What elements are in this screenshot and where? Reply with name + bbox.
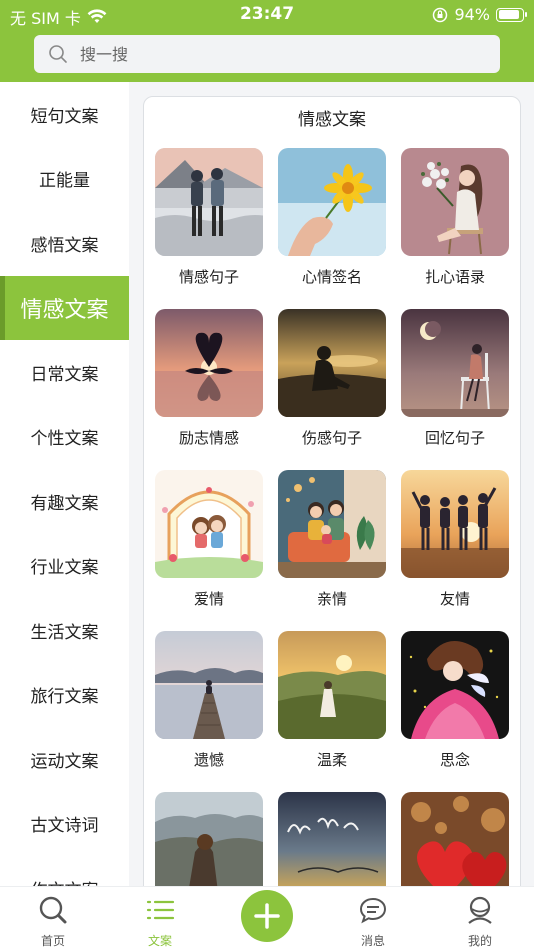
card-label: 扎心语录 xyxy=(424,268,485,286)
status-right: 94% xyxy=(432,5,527,24)
battery-icon xyxy=(496,7,527,22)
sad-girl-sunset-image xyxy=(278,309,386,417)
sidebar-item-positive-energy[interactable]: 正能量 xyxy=(0,147,129,212)
card-row5-3[interactable] xyxy=(401,792,511,895)
girl-on-chair-moon-image xyxy=(401,309,509,417)
sidebar-item-insights[interactable]: 感悟文案 xyxy=(0,211,129,276)
couple-at-sea-image xyxy=(155,148,263,256)
sidebar-item-label: 行业文案 xyxy=(30,558,99,579)
orientation-lock-icon xyxy=(433,7,448,22)
card-label: 遗憾 xyxy=(193,751,224,769)
hand-holding-flower-image xyxy=(278,148,386,256)
card-gentle[interactable]: 温柔 xyxy=(278,631,388,792)
status-bar: 无 SIM 卡 23:47 94% xyxy=(0,0,534,30)
sidebar-item-personality[interactable]: 个性文案 xyxy=(0,405,129,470)
add-button[interactable] xyxy=(241,890,293,942)
sidebar-item-short-sentences[interactable]: 短句文案 xyxy=(0,82,129,147)
tab-home[interactable]: 首页 xyxy=(13,887,93,950)
tab-copywriting[interactable]: 文案 xyxy=(120,887,200,950)
card-label: 爱情 xyxy=(193,590,224,608)
tab-profile[interactable]: 我的 xyxy=(440,887,520,950)
battery-level xyxy=(498,10,520,19)
sidebar-item-classical-poetry[interactable]: 古文诗词 xyxy=(0,792,129,857)
card-friendship[interactable]: 友情 xyxy=(401,470,511,631)
fairy-girl-image xyxy=(401,631,509,739)
sidebar-item-label: 情感文案 xyxy=(20,297,109,323)
person-on-pier-image xyxy=(155,631,263,739)
card-mood-signature[interactable]: 心情签名 xyxy=(278,148,388,309)
user-icon xyxy=(468,896,492,924)
sidebar-item-label: 感悟文案 xyxy=(30,235,99,256)
card-longing[interactable]: 思念 xyxy=(401,631,511,792)
card-label: 友情 xyxy=(439,590,470,608)
sidebar-item-label: 日常文案 xyxy=(30,364,99,385)
sidebar-item-label: 正能量 xyxy=(39,171,90,192)
card-emotion-sentences[interactable]: 情感句子 xyxy=(155,148,265,309)
header: 无 SIM 卡 23:47 94% xyxy=(0,0,534,82)
card-label: 情感句子 xyxy=(178,268,239,286)
card-label: 思念 xyxy=(439,751,470,769)
cartoon-family-image xyxy=(278,470,386,578)
search-input[interactable] xyxy=(80,44,460,64)
tab-label: 首页 xyxy=(40,934,65,948)
sidebar-item-fun[interactable]: 有趣文案 xyxy=(0,469,129,534)
card-family[interactable]: 亲情 xyxy=(278,470,388,631)
message-icon xyxy=(359,897,387,924)
content-panel: 情感文案 情感句子 心情签名 扎心语录 励志情感 伤感句子 回忆句子 爱情 亲情… xyxy=(143,96,521,896)
handwriting-sunset-image xyxy=(278,792,386,895)
sidebar-item-label: 有趣文案 xyxy=(30,493,99,514)
card-sad-sentences[interactable]: 伤感句子 xyxy=(278,309,388,470)
search-icon xyxy=(49,45,67,63)
search-bar[interactable] xyxy=(34,35,500,73)
sidebar-item-sports[interactable]: 运动文案 xyxy=(0,727,129,792)
sidebar-item-label: 作文文案 xyxy=(31,876,99,886)
card-label: 心情签名 xyxy=(301,268,362,286)
swans-heart-sunset-image xyxy=(155,309,263,417)
sidebar-item-label: 生活文案 xyxy=(30,622,99,643)
card-inspirational[interactable]: 励志情感 xyxy=(155,309,265,470)
girl-with-bouquet-image xyxy=(401,148,509,256)
card-row5-1[interactable] xyxy=(155,792,265,895)
tab-label: 文案 xyxy=(147,934,172,948)
sidebar-item-emotion[interactable]: 情感文案 xyxy=(0,275,129,340)
tab-messages[interactable]: 消息 xyxy=(333,887,413,950)
friends-sunset-image xyxy=(401,470,509,578)
card-heartbreak-quotes[interactable]: 扎心语录 xyxy=(401,148,511,309)
list-icon xyxy=(146,900,175,920)
sidebar-item-label: 旅行文案 xyxy=(30,687,99,708)
sidebar-item-life[interactable]: 生活文案 xyxy=(0,598,129,663)
sidebar-item-label: 古文诗词 xyxy=(30,816,99,837)
sidebar-item-travel[interactable]: 旅行文案 xyxy=(0,663,129,728)
plus-icon xyxy=(254,903,280,929)
red-hearts-image xyxy=(401,792,509,895)
tab-label: 我的 xyxy=(467,934,492,948)
card-label: 伤感句子 xyxy=(301,429,362,447)
girl-in-field-image xyxy=(278,631,386,739)
girl-mountain-view-image xyxy=(155,792,263,895)
sidebar-item-daily[interactable]: 日常文案 xyxy=(0,340,129,405)
card-row5-2[interactable] xyxy=(278,792,388,895)
sidebar-item-essay[interactable]: 作文文案 xyxy=(0,856,129,886)
cartoon-couple-image xyxy=(155,470,263,578)
card-label: 励志情感 xyxy=(178,429,239,447)
card-regret[interactable]: 遗憾 xyxy=(155,631,265,792)
card-label: 亲情 xyxy=(316,590,347,608)
tab-label: 消息 xyxy=(360,934,385,948)
panel-title: 情感文案 xyxy=(298,110,366,130)
search-icon xyxy=(39,896,67,924)
card-love[interactable]: 爱情 xyxy=(155,470,265,631)
sidebar-item-label: 运动文案 xyxy=(30,751,99,772)
battery-percent: 94% xyxy=(454,5,490,24)
card-memory-sentences[interactable]: 回忆句子 xyxy=(401,309,511,470)
sidebar-item-label: 个性文案 xyxy=(30,429,99,450)
sidebar-item-label: 短句文案 xyxy=(30,106,99,127)
card-label: 温柔 xyxy=(316,751,347,769)
sidebar-item-industry[interactable]: 行业文案 xyxy=(0,534,129,599)
category-sidebar: 短句文案 正能量 感悟文案 情感文案 日常文案 个性文案 有趣文案 行业文案 生… xyxy=(0,82,129,886)
card-label: 回忆句子 xyxy=(424,429,485,447)
